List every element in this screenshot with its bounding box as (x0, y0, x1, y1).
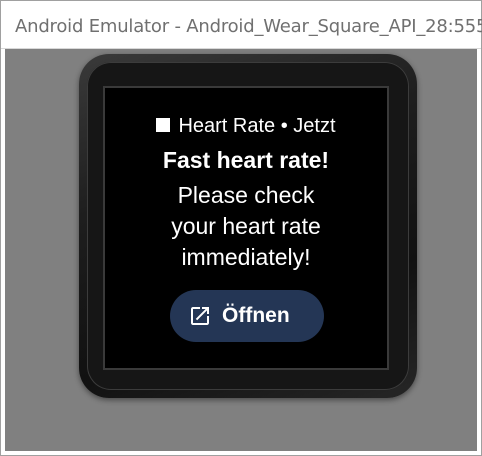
body-line: your heart rate (171, 213, 321, 239)
app-square-icon (156, 118, 171, 132)
body-line: immediately! (181, 244, 311, 270)
watch-frame: Heart Rate • Jetzt Fast heart rate! Plea… (79, 54, 417, 398)
emulator-viewport: Heart Rate • Jetzt Fast heart rate! Plea… (5, 49, 477, 451)
open-button-label: Öffnen (222, 304, 290, 327)
watch-bezel: Heart Rate • Jetzt Fast heart rate! Plea… (87, 62, 409, 390)
app-name: Heart Rate (178, 115, 276, 137)
watch-screen[interactable]: Heart Rate • Jetzt Fast heart rate! Plea… (103, 86, 389, 370)
notification-header: Heart Rate • Jetzt (105, 115, 387, 138)
window-title: Android Emulator - Android_Wear_Square_A… (15, 16, 482, 37)
title-bar[interactable]: Android Emulator - Android_Wear_Square_A… (1, 1, 482, 49)
notification-time: Jetzt (293, 115, 336, 137)
notification-title: Fast heart rate! (162, 147, 330, 173)
header-separator: • (280, 115, 288, 137)
emulator-window: Android Emulator - Android_Wear_Square_A… (0, 0, 482, 456)
notification-body: Please check your heart rate immediately… (105, 180, 387, 273)
open-in-new-icon (191, 307, 209, 325)
body-line: Please check (177, 182, 315, 208)
open-button[interactable]: Öffnen (170, 290, 324, 342)
